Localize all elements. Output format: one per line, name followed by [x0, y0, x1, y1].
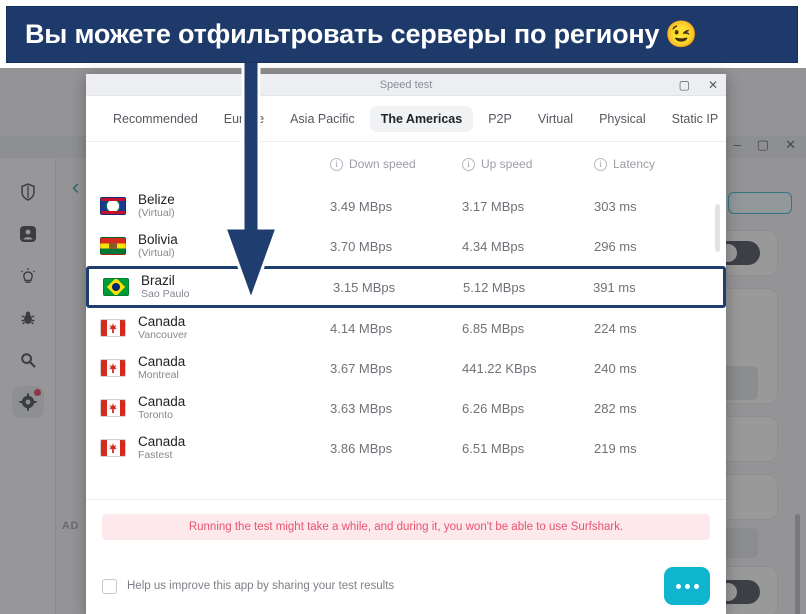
flag-icon	[100, 197, 126, 215]
dot-3-icon	[693, 583, 699, 589]
server-name-block: Canada Montreal	[138, 354, 330, 382]
server-location: (Virtual)	[138, 247, 175, 259]
flag-icon	[103, 278, 129, 296]
share-results-checkbox[interactable]	[102, 578, 117, 594]
dialog-titlebar: Speed test ▢ ✕	[86, 74, 726, 96]
server-up-speed: 4.34 MBps	[462, 238, 525, 254]
dialog-close-button[interactable]: ✕	[708, 79, 718, 91]
server-country: Belize	[138, 192, 175, 207]
server-down-speed: 3.86 MBps	[330, 440, 393, 456]
server-name-block: Bolivia (Virtual)	[138, 232, 330, 260]
server-location: Montreal	[138, 369, 179, 381]
server-country: Brazil	[141, 273, 175, 288]
flag-icon	[100, 359, 126, 377]
column-header-up-speed-label: Up speed	[481, 157, 533, 171]
wink-emoji-icon: 😉	[665, 19, 698, 49]
annotation-banner: Вы можете отфильтровать серверы по регио…	[6, 6, 798, 63]
tab-virtual[interactable]: Virtual	[527, 106, 584, 132]
server-row[interactable]: Canada Toronto 3.63 MBps 6.26 MBps 282 ms	[86, 388, 726, 428]
server-up-speed: 441.22 KBps	[462, 360, 537, 376]
server-up-speed: 6.26 MBps	[462, 400, 525, 416]
server-location: (Virtual)	[138, 207, 175, 219]
dot-2-icon	[684, 583, 690, 589]
server-country: Canada	[138, 394, 186, 409]
server-location: Sao Paulo	[141, 288, 190, 300]
server-latency: 240 ms	[594, 360, 637, 376]
dialog-window-controls[interactable]: ▢ ✕	[679, 74, 718, 96]
server-row[interactable]: Brazil Sao Paulo 3.15 MBps 5.12 MBps 391 ms	[86, 266, 726, 308]
dialog-footer: Running the test might take a while, and…	[86, 499, 726, 614]
server-down-speed: 3.49 MBps	[330, 198, 393, 214]
server-down-speed: 3.15 MBps	[333, 279, 396, 295]
server-name-block: Brazil Sao Paulo	[141, 273, 333, 301]
start-speed-test-button[interactable]	[664, 567, 710, 605]
server-latency: 219 ms	[594, 440, 637, 456]
dialog-maximize-button[interactable]: ▢	[679, 79, 690, 91]
server-name-block: Canada Toronto	[138, 394, 330, 422]
column-header-down-speed-label: Down speed	[349, 157, 416, 171]
server-down-speed: 3.70 MBps	[330, 238, 393, 254]
server-country: Canada	[138, 354, 186, 369]
tab-europe[interactable]: Europe	[213, 106, 275, 132]
server-location: Fastest	[138, 449, 173, 461]
column-header-down-speed: i Down speed	[330, 157, 462, 171]
region-tab-bar: Recommended Europe Asia Pacific The America…	[86, 96, 726, 142]
server-latency: 224 ms	[594, 320, 637, 336]
tab-physical[interactable]: Physical	[588, 106, 657, 132]
server-up-speed: 5.12 MBps	[463, 279, 526, 295]
server-name-block: Canada Fastest	[138, 434, 330, 462]
server-location: Toronto	[138, 409, 174, 421]
info-icon[interactable]: i	[594, 157, 607, 171]
tab-static-ip[interactable]: Static IP	[661, 106, 730, 132]
server-down-speed: 3.67 MBps	[330, 360, 393, 376]
server-country: Canada	[138, 434, 186, 449]
server-row[interactable]: Canada Fastest 3.86 MBps 6.51 MBps 219 ms	[86, 428, 726, 468]
flag-icon	[100, 399, 126, 417]
server-up-speed: 6.51 MBps	[462, 440, 525, 456]
screenshot-root: ‹ ⌄ › › AD	[0, 0, 806, 614]
server-latency: 282 ms	[594, 400, 637, 416]
info-icon[interactable]: i	[462, 157, 475, 171]
tab-p2p[interactable]: P2P	[477, 106, 523, 132]
server-down-speed: 3.63 MBps	[330, 400, 393, 416]
server-country: Bolivia	[138, 232, 178, 247]
share-results-label: Help us improve this app by sharing your…	[127, 580, 395, 592]
server-up-speed: 3.17 MBps	[462, 198, 525, 214]
column-header-latency: i Latency	[594, 157, 726, 171]
server-latency: 296 ms	[594, 238, 637, 254]
tab-the-americas[interactable]: The Americas	[369, 105, 474, 132]
server-latency: 303 ms	[594, 198, 637, 214]
speed-test-warning: Running the test might take a while, and…	[102, 514, 710, 540]
server-location: Vancouver	[138, 329, 188, 341]
column-header-up-speed: i Up speed	[462, 157, 594, 171]
flag-icon	[100, 319, 126, 337]
server-list[interactable]: Belize (Virtual) 3.49 MBps 3.17 MBps 303 ms B…	[86, 186, 726, 499]
dialog-title: Speed test	[379, 78, 433, 91]
flag-icon	[100, 237, 126, 255]
consent-row: Help us improve this app by sharing your…	[102, 558, 710, 614]
server-down-speed: 4.14 MBps	[330, 320, 393, 336]
top-white-strip	[0, 0, 806, 6]
table-column-headers: i Down speed i Up speed i Latency	[86, 142, 726, 186]
server-latency: 391 ms	[593, 279, 636, 295]
column-header-latency-label: Latency	[613, 157, 656, 171]
server-row[interactable]: Belize (Virtual) 3.49 MBps 3.17 MBps 303 ms	[86, 186, 726, 226]
tab-asia-pacific[interactable]: Asia Pacific	[279, 106, 366, 132]
annotation-banner-text: Вы можете отфильтровать серверы по регио…	[25, 19, 660, 49]
info-icon[interactable]: i	[330, 157, 343, 171]
dot-1-icon	[675, 583, 681, 589]
speed-test-dialog: Speed test ▢ ✕ Recommended Europe Asia Pac…	[86, 74, 726, 614]
server-country: Canada	[138, 314, 186, 329]
server-row[interactable]: Canada Vancouver 4.14 MBps 6.85 MBps 224 ms	[86, 308, 726, 348]
server-up-speed: 6.85 MBps	[462, 320, 525, 336]
server-name-block: Canada Vancouver	[138, 314, 330, 342]
flag-icon	[100, 439, 126, 457]
server-row[interactable]: Bolivia (Virtual) 3.70 MBps 4.34 MBps 296 ms	[86, 226, 726, 266]
server-name-block: Belize (Virtual)	[138, 192, 330, 220]
tab-recommended[interactable]: Recommended	[102, 106, 209, 132]
server-row[interactable]: Canada Montreal 3.67 MBps 441.22 KBps 240 ms	[86, 348, 726, 388]
